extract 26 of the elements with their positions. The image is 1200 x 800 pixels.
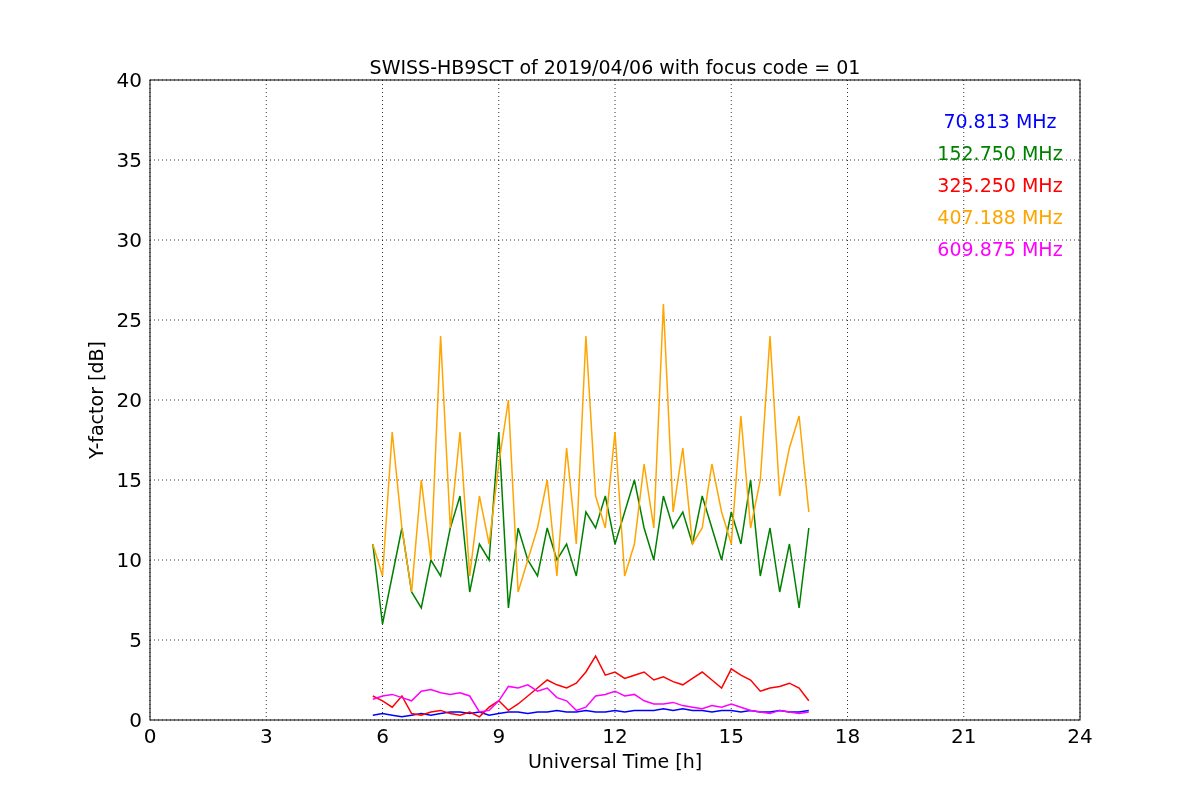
x-tick-label: 0 xyxy=(143,724,157,748)
y-tick-label: 40 xyxy=(116,68,142,92)
legend-label: 152.750 MHz xyxy=(937,142,1063,164)
y-tick-label: 20 xyxy=(116,388,142,412)
x-axis-label: Universal Time [h] xyxy=(527,750,703,772)
y-tick-label: 15 xyxy=(116,468,142,492)
x-tick-label: 24 xyxy=(1067,724,1093,748)
y-tick-label: 25 xyxy=(116,308,142,332)
y-axis-label: Y-factor [dB] xyxy=(85,341,107,459)
x-tick-label: 6 xyxy=(376,724,389,748)
x-tick-label: 3 xyxy=(259,724,273,748)
legend-label: 325.250 MHz xyxy=(937,174,1063,196)
y-tick-label: 0 xyxy=(129,708,142,732)
y-tick-label: 10 xyxy=(116,548,142,572)
x-tick-label: 9 xyxy=(492,724,506,748)
y-tick-label: 35 xyxy=(116,148,142,172)
chart-title: SWISS-HB9SCT of 2019/04/06 with focus code = 01 xyxy=(369,56,861,78)
legend-label: 407.188 MHz xyxy=(937,206,1063,228)
x-tick-label: 12 xyxy=(602,724,628,748)
y-tick-label: 30 xyxy=(116,228,142,252)
legend-label: 70.813 MHz xyxy=(943,110,1057,132)
y-tick-label: 5 xyxy=(129,628,142,652)
legend-label: 609.875 MHz xyxy=(937,238,1063,260)
x-tick-label: 15 xyxy=(718,724,744,748)
x-tick-label: 21 xyxy=(951,724,977,748)
x-tick-label: 18 xyxy=(834,724,861,748)
